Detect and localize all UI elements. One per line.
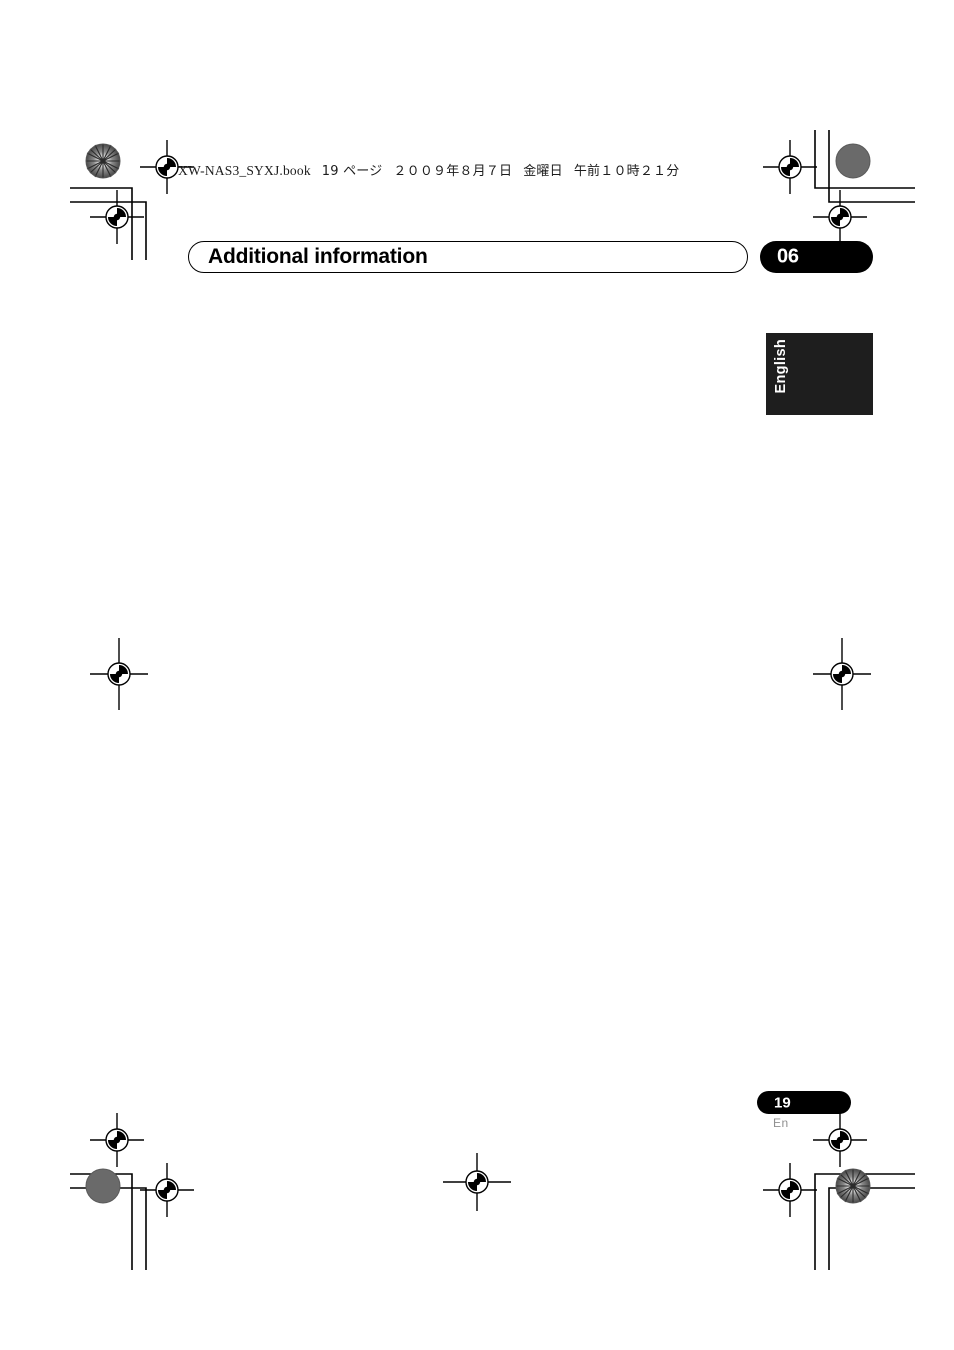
language-side-tab: English — [766, 333, 873, 415]
print-header-date: ２００９年８月７日 — [393, 164, 513, 179]
chapter-number-badge: 06 — [760, 241, 873, 273]
registration-target-icon — [140, 1163, 194, 1217]
registration-target-icon — [813, 190, 867, 244]
print-header-weekday: 金曜日 — [523, 164, 563, 179]
page-title: Additional information — [208, 245, 428, 268]
registration-target-icon — [813, 1113, 867, 1167]
gray-density-patch-icon — [835, 143, 871, 179]
registration-target-icon — [763, 1163, 817, 1217]
page-number-badge: 19 — [757, 1091, 851, 1114]
print-header-line: XW-NAS3_SYXJ.book 19 ページ ２００９年８月７日 金曜日 午前１０時… — [178, 160, 679, 179]
language-tab-label: English — [773, 339, 789, 394]
chapter-title-bar: Additional information — [188, 241, 749, 274]
print-header-page-label: 19 ページ — [321, 164, 383, 179]
print-header-time: 午前１０時２１分 — [573, 164, 680, 179]
registration-target-icon — [90, 638, 148, 710]
crop-marks-bottom-right — [814, 1173, 915, 1270]
print-header-filename: XW-NAS3_SYXJ.book — [178, 163, 311, 178]
chapter-number-label: 06 — [777, 245, 799, 268]
registration-target-icon — [763, 140, 817, 194]
gray-density-patch-icon — [85, 1168, 121, 1204]
registration-target-icon — [90, 190, 144, 244]
page-language-code: En — [773, 1116, 789, 1130]
page-number-label: 19 — [774, 1094, 791, 1111]
registration-target-icon — [813, 638, 871, 710]
starburst-test-patch-icon — [835, 1168, 871, 1204]
registration-target-icon — [90, 1113, 144, 1167]
registration-target-icon — [443, 1153, 511, 1211]
starburst-test-patch-icon — [85, 143, 121, 179]
crop-marks-bottom-left — [70, 1173, 147, 1270]
